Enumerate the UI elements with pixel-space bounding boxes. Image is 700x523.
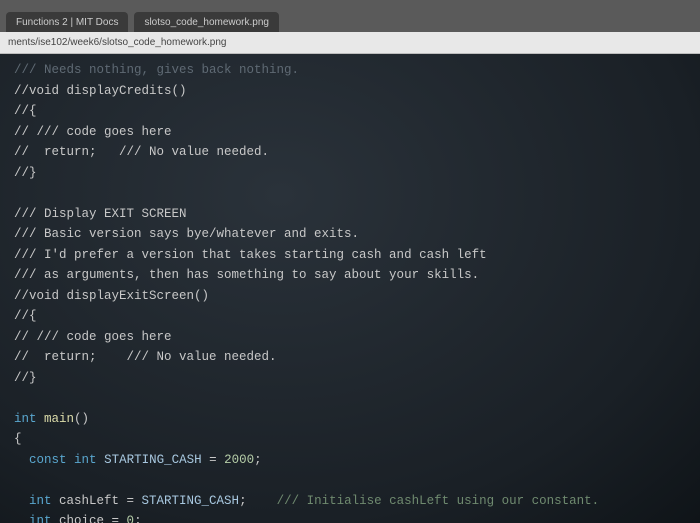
code-text: return;: [29, 145, 97, 159]
code-line: // return; /// No value needed.: [14, 142, 686, 163]
code-line: //}: [14, 368, 686, 389]
comment-text: //{: [14, 104, 37, 118]
comment-text: //}: [14, 166, 37, 180]
assign: =: [202, 453, 225, 467]
code-editor-viewport: /// Needs nothing, gives back nothing. /…: [0, 54, 700, 523]
code-line: /// Display EXIT SCREEN: [14, 204, 686, 225]
inline-comment: /// Initialise cashLeft using our consta…: [247, 494, 600, 508]
comment-text: //void displayExitScreen(): [14, 289, 209, 303]
comment-text: /// Basic version says bye/whatever and …: [14, 227, 359, 241]
comment-text: //{: [14, 309, 37, 323]
comment-text: /// I'd prefer a version that takes star…: [14, 248, 487, 262]
code-line: /// I'd prefer a version that takes star…: [14, 245, 686, 266]
code-line: //void displayExitScreen(): [14, 286, 686, 307]
browser-tab-1[interactable]: Functions 2 | MIT Docs: [6, 12, 128, 32]
comment-text: /// No value needed.: [97, 145, 270, 159]
blank-line: [14, 388, 686, 409]
tab-label: slotso_code_homework.png: [144, 17, 269, 28]
url-text: ments/ise102/week6/slotso_code_homework.…: [8, 37, 226, 48]
keyword-int: int: [29, 494, 52, 508]
func-main: main: [44, 412, 74, 426]
browser-tab-2[interactable]: slotso_code_homework.png: [134, 12, 279, 32]
keyword-const: const: [29, 453, 67, 467]
const-ref: STARTING_CASH: [142, 494, 240, 508]
space: [67, 453, 75, 467]
comment-text: //void displayCredits(): [14, 84, 187, 98]
code-line: /// Basic version says bye/whatever and …: [14, 224, 686, 245]
comment-text: /// code goes here: [29, 125, 172, 139]
code-line: {: [14, 429, 686, 450]
address-bar[interactable]: ments/ise102/week6/slotso_code_homework.…: [0, 32, 700, 54]
keyword-int: int: [74, 453, 97, 467]
parens: (): [74, 412, 89, 426]
code-line: const int STARTING_CASH = 2000;: [14, 450, 686, 471]
code-line: int choice = 0;: [14, 511, 686, 523]
blank-line: [14, 183, 686, 204]
comment-marker: //: [14, 145, 29, 159]
semicolon: ;: [254, 453, 262, 467]
semicolon: ;: [134, 514, 142, 523]
code-line: // /// code goes here: [14, 327, 686, 348]
var-decl: choice =: [52, 514, 127, 523]
number-literal: 2000: [224, 453, 254, 467]
indent: [14, 453, 29, 467]
semicolon: ;: [239, 494, 247, 508]
comment-text: /// as arguments, then has something to …: [14, 268, 479, 282]
keyword-int: int: [14, 412, 37, 426]
comment-text: /// No value needed.: [97, 350, 277, 364]
comment-marker: //: [14, 330, 29, 344]
code-line: //{: [14, 101, 686, 122]
indent: [14, 494, 29, 508]
comment-text: /// Needs nothing, gives back nothing.: [14, 63, 299, 77]
code-line: //}: [14, 163, 686, 184]
code-line: int cashLeft = STARTING_CASH; /// Initia…: [14, 491, 686, 512]
code-text: return;: [29, 350, 97, 364]
open-brace: {: [14, 432, 22, 446]
space: [97, 453, 105, 467]
browser-tab-strip: Functions 2 | MIT Docs slotso_code_homew…: [0, 0, 700, 32]
tab-label: Functions 2 | MIT Docs: [16, 17, 118, 28]
code-line: //void displayCredits(): [14, 81, 686, 102]
comment-marker: //: [14, 350, 29, 364]
code-line: int main(): [14, 409, 686, 430]
code-line: // return; /// No value needed.: [14, 347, 686, 368]
comment-text: //}: [14, 371, 37, 385]
number-literal: 0: [127, 514, 135, 523]
blank-line: [14, 470, 686, 491]
comment-text: /// Display EXIT SCREEN: [14, 207, 187, 221]
indent: [14, 514, 29, 523]
code-line: //{: [14, 306, 686, 327]
comment-marker: //: [14, 125, 29, 139]
code-line: /// as arguments, then has something to …: [14, 265, 686, 286]
var-decl: cashLeft =: [52, 494, 142, 508]
comment-text: /// code goes here: [29, 330, 172, 344]
space: [37, 412, 45, 426]
keyword-int: int: [29, 514, 52, 523]
code-line: /// Needs nothing, gives back nothing.: [14, 60, 686, 81]
const-name: STARTING_CASH: [104, 453, 202, 467]
code-line: // /// code goes here: [14, 122, 686, 143]
